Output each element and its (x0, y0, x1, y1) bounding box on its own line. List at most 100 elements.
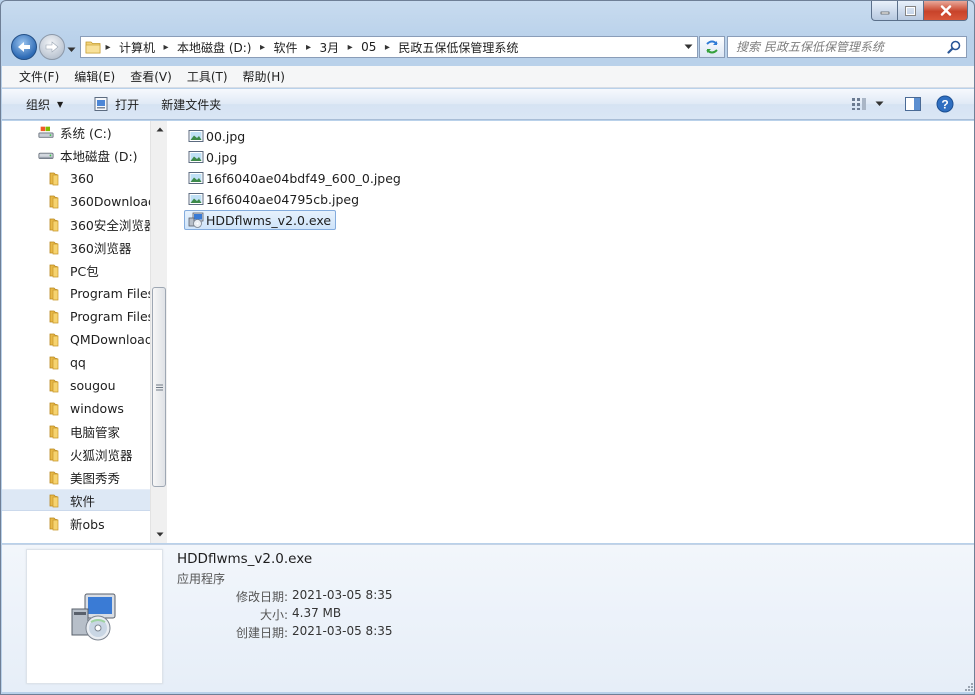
new-folder-button[interactable]: 新建文件夹 (153, 89, 229, 119)
breadcrumb-separator-icon[interactable]: ▸ (101, 37, 115, 57)
image-file-icon (188, 149, 204, 165)
back-button[interactable] (11, 34, 37, 60)
file-item[interactable]: 0.jpg (184, 147, 242, 167)
refresh-icon (706, 40, 718, 54)
change-view-button[interactable] (848, 94, 870, 114)
help-button[interactable]: ? (930, 94, 960, 114)
menu-edit[interactable]: 编辑(E) (67, 68, 123, 85)
caption-buttons (871, 1, 968, 21)
file-item[interactable]: HDDflwms_v2.0.exe (184, 210, 337, 230)
menu-tools[interactable]: 工具(T) (180, 68, 236, 85)
details-pane: HDDflwms_v2.0.exe 应用程序 修改日期: 2021-03-05 8… (2, 544, 974, 692)
explorer-window: ▸计算机▸本地磁盘 (D:)▸软件▸3月▸05▸民政五保低保管理系统 文件(F)… (0, 0, 975, 695)
address-dropdown-button[interactable] (681, 40, 695, 54)
tree-item-folder[interactable]: qq (2, 351, 150, 373)
file-item[interactable]: 16f6040ae04bdf49_600_0.jpeg (184, 168, 406, 188)
details-field-value: 2021-03-05 8:35 (292, 588, 393, 602)
grip-icon (965, 683, 973, 691)
tree-item-folder[interactable]: 软件 (2, 489, 150, 511)
tree-item-folder[interactable]: 360安全浏览器 (2, 213, 150, 235)
scroll-up-button[interactable] (151, 121, 168, 138)
folder-icon (48, 170, 64, 186)
view-controls: ? (848, 94, 960, 114)
image-file-icon (188, 170, 204, 186)
tree-item-folder[interactable]: Program Files (2, 305, 150, 327)
navigation-pane: 系统 (C:) 本地磁盘 (D:) 360 360Download 360安全浏览器 36… (2, 121, 150, 543)
view-icon (852, 98, 866, 110)
drive-icon (38, 147, 54, 163)
organize-label: 组织 (26, 97, 51, 112)
tree-item-folder[interactable]: windows (2, 397, 150, 419)
grip-icon (155, 384, 163, 390)
chevron-down-icon (875, 101, 883, 106)
folder-icon (48, 216, 64, 232)
folder-icon (48, 446, 64, 462)
tree-item-label: Program Files (70, 308, 150, 324)
tree-item-label: windows (70, 400, 124, 416)
tree-item-folder[interactable]: 火狐浏览器 (2, 443, 150, 465)
tree-item-label: 电脑管家 (70, 424, 121, 440)
menu-help[interactable]: 帮助(H) (236, 68, 293, 85)
organize-button[interactable]: 组织 ▼ (18, 89, 71, 119)
breadcrumb-item[interactable]: 民政五保低保管理系统 (394, 39, 522, 56)
tree-item-folder[interactable]: 美图秀秀 (2, 466, 150, 488)
breadcrumb-item[interactable]: 05 (357, 40, 380, 54)
scroll-down-button[interactable] (151, 526, 168, 543)
tree-item-label: 360Download (70, 193, 150, 209)
maximize-button[interactable] (898, 1, 924, 21)
image-file-icon (188, 128, 204, 144)
breadcrumb-separator-icon[interactable]: ▸ (343, 37, 357, 57)
chevron-up-icon (156, 127, 163, 132)
breadcrumb-item[interactable]: 计算机 (115, 39, 159, 56)
menu-view[interactable]: 查看(V) (123, 68, 180, 85)
open-button[interactable]: 打开 (85, 89, 147, 119)
breadcrumb-separator-icon[interactable]: ▸ (255, 37, 269, 57)
tree-item-drive[interactable]: 本地磁盘 (D:) (2, 144, 150, 166)
breadcrumb-item[interactable]: 软件 (269, 39, 301, 56)
forward-button[interactable] (39, 34, 65, 60)
preview-pane-button[interactable] (896, 94, 930, 114)
minimize-button[interactable] (871, 1, 898, 21)
command-bar: 组织 ▼ 打开 新建文件夹 ? (2, 89, 974, 120)
breadcrumb-separator-icon[interactable]: ▸ (302, 37, 316, 57)
chevron-down-icon (156, 532, 163, 537)
folder-icon (48, 469, 64, 485)
image-file-icon (188, 191, 204, 207)
address-bar[interactable]: ▸ 计算机 ▸ 本地磁盘 (D:) ▸ 软件 ▸ 3月 ▸ 05 ▸ 民政五保低保管理系统 (80, 36, 698, 58)
recent-pages-button[interactable] (67, 42, 76, 56)
breadcrumb-item[interactable]: 本地磁盘 (D:) (173, 39, 255, 56)
details-field-key: 修改日期: (235, 590, 288, 604)
refresh-button[interactable] (699, 36, 725, 58)
file-item[interactable]: 16f6040ae04795cb.jpeg (184, 189, 364, 209)
navigation-scrollbar[interactable] (150, 121, 167, 543)
menu-file[interactable]: 文件(F) (12, 68, 67, 85)
tree-item-label: 火狐浏览器 (70, 447, 133, 463)
tree-item-folder[interactable]: 电脑管家 (2, 420, 150, 442)
tree-item-folder[interactable]: 360 (2, 167, 150, 189)
details-field-value: 2021-03-05 8:35 (292, 624, 393, 638)
tree-item-label: QMDownload (70, 331, 150, 347)
tree-item-folder[interactable]: PC包 (2, 259, 150, 281)
tree-item-folder[interactable]: 新obs (2, 512, 150, 534)
close-button[interactable] (924, 1, 968, 21)
file-item[interactable]: 00.jpg (184, 126, 250, 146)
close-icon (940, 5, 951, 16)
view-options-button[interactable] (870, 94, 888, 114)
tree-item-label: 360安全浏览器 (70, 217, 150, 233)
breadcrumb-separator-icon[interactable]: ▸ (380, 37, 394, 57)
tree-item-folder[interactable]: Program Files (2, 282, 150, 304)
tree-item-drive[interactable]: 系统 (C:) (2, 121, 150, 143)
search-input[interactable] (728, 37, 938, 57)
breadcrumb-item[interactable]: 3月 (316, 39, 344, 56)
resize-grip[interactable] (962, 680, 974, 692)
tree-item-folder[interactable]: sougou (2, 374, 150, 396)
tree-item-folder[interactable]: 360Download (2, 190, 150, 212)
preview-pane-icon (905, 97, 921, 111)
open-label: 打开 (115, 97, 140, 112)
tree-item-folder[interactable]: 360浏览器 (2, 236, 150, 258)
folder-icon (48, 239, 64, 255)
scroll-thumb[interactable] (152, 287, 166, 487)
breadcrumb-separator-icon[interactable]: ▸ (159, 37, 173, 57)
search-icon[interactable] (947, 40, 961, 57)
tree-item-folder[interactable]: QMDownload (2, 328, 150, 350)
